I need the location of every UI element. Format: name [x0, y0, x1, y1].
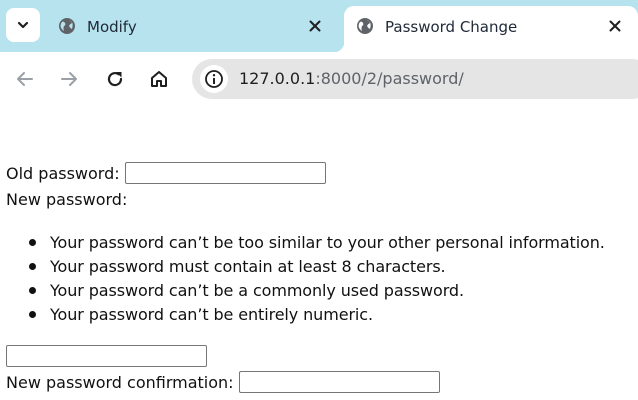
- old-password-label: Old password:: [6, 163, 120, 183]
- info-icon: [205, 70, 223, 88]
- new-password-input-row: [6, 345, 207, 367]
- close-icon: [609, 20, 621, 32]
- page-content: Old password: New password: Your passwor…: [6, 106, 638, 400]
- tab-title: Password Change: [385, 18, 518, 36]
- url-host: 127.0.0.1: [239, 69, 316, 88]
- list-item: Your password can’t be a commonly used p…: [28, 279, 605, 303]
- old-password-row: Old password:: [6, 162, 326, 184]
- home-button[interactable]: [145, 65, 173, 93]
- globe-icon: [59, 18, 75, 34]
- confirmation-row: New password confirmation:: [6, 371, 440, 393]
- browser-toolbar: 127.0.0.1:8000/2/password/: [0, 52, 638, 106]
- password-help-list: Your password can’t be too similar to yo…: [28, 231, 605, 327]
- tab-password-change[interactable]: Password Change: [334, 6, 638, 52]
- forward-button[interactable]: [55, 65, 83, 93]
- globe-icon: [357, 18, 373, 34]
- close-icon: [309, 20, 321, 32]
- tab-modify[interactable]: Modify: [46, 6, 338, 52]
- new-password-row: New password:: [6, 190, 127, 209]
- tab-search-button[interactable]: [6, 8, 40, 42]
- tab-close-button[interactable]: [306, 17, 324, 35]
- new-password-label: New password:: [6, 190, 128, 209]
- chevron-down-icon: [17, 21, 29, 29]
- home-icon: [151, 71, 167, 87]
- back-arrow-icon: [17, 72, 33, 86]
- address-bar[interactable]: 127.0.0.1:8000/2/password/: [192, 59, 638, 99]
- url-path: :8000/2/password/: [315, 69, 464, 88]
- list-item: Your password can’t be too similar to yo…: [28, 231, 605, 255]
- list-item: Your password must contain at least 8 ch…: [28, 255, 605, 279]
- forward-arrow-icon: [61, 72, 77, 86]
- tab-strip: Modify Password Change: [0, 0, 638, 52]
- url-text: 127.0.0.1:8000/2/password/: [239, 69, 464, 88]
- tab-close-button[interactable]: [606, 17, 624, 35]
- back-button[interactable]: [11, 65, 39, 93]
- confirmation-label: New password confirmation:: [6, 372, 234, 392]
- site-info-button[interactable]: [200, 65, 228, 93]
- old-password-field[interactable]: [124, 162, 326, 184]
- tab-title: Modify: [87, 18, 137, 36]
- reload-icon: [107, 71, 123, 87]
- list-item: Your password can’t be entirely numeric.: [28, 303, 605, 327]
- confirmation-field[interactable]: [238, 371, 440, 393]
- reload-button[interactable]: [101, 65, 129, 93]
- new-password-field[interactable]: [6, 345, 207, 367]
